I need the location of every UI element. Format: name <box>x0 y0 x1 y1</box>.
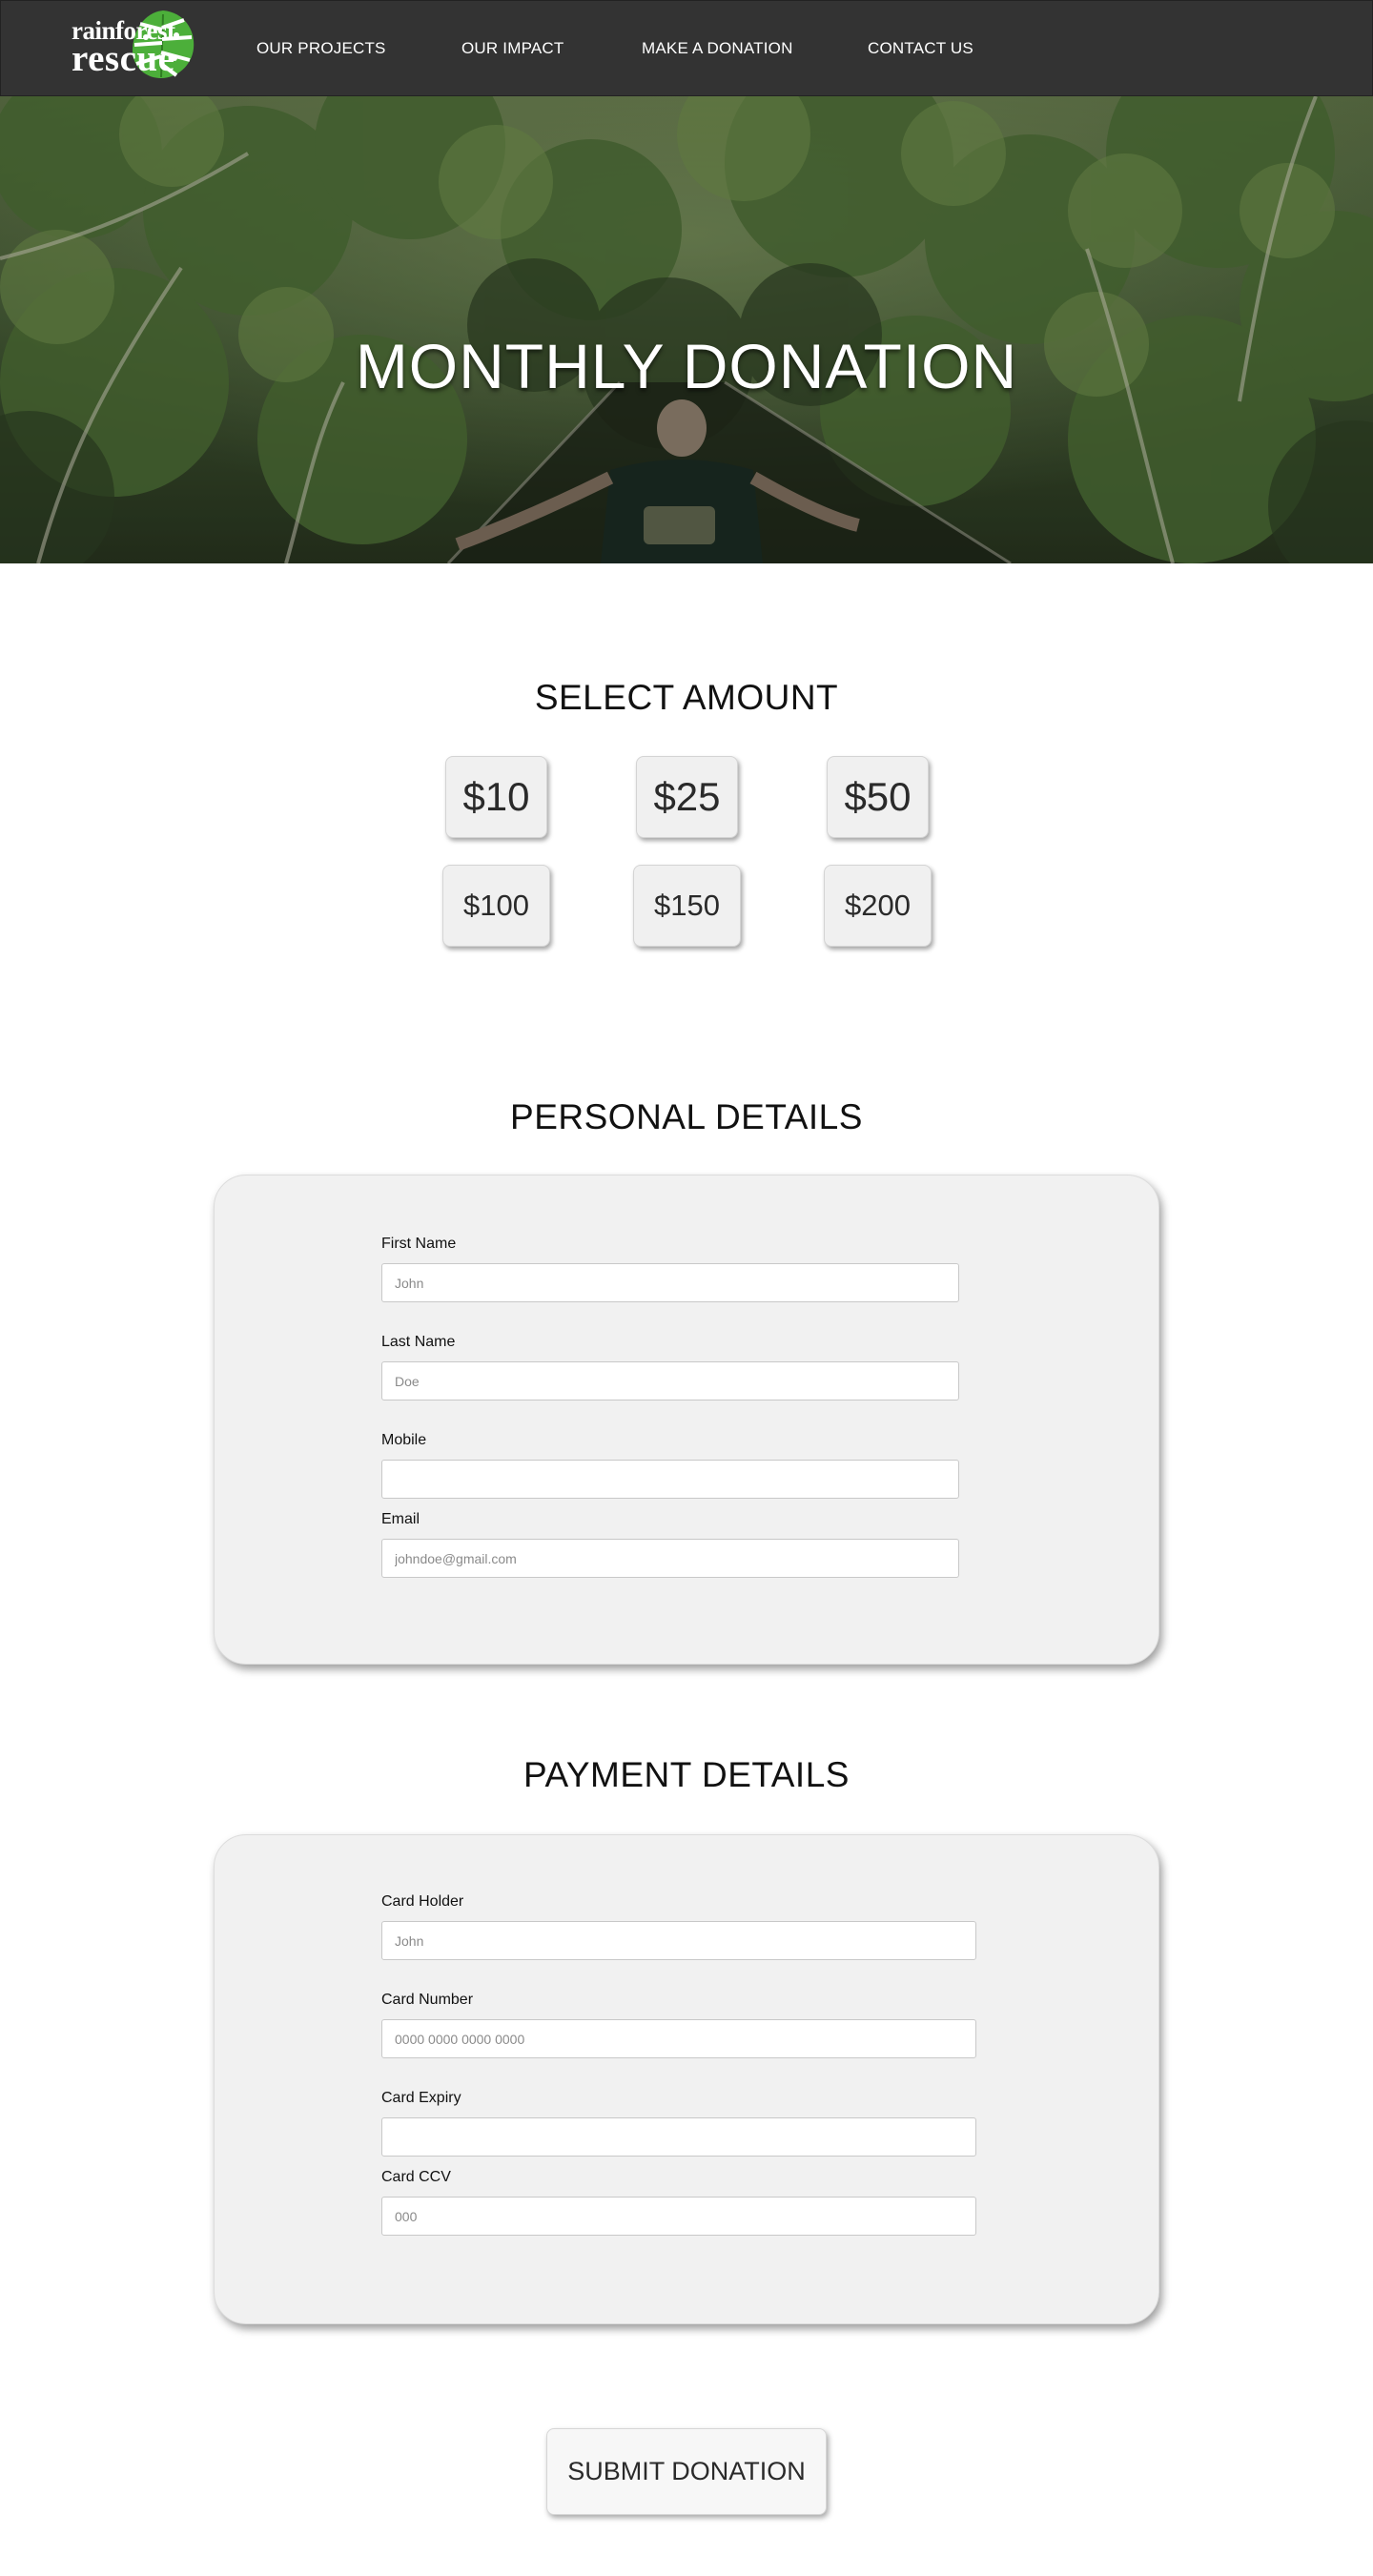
submit-donation-button[interactable]: SUBMIT DONATION <box>546 2428 827 2515</box>
logo-wordmark: rainforest rescue <box>72 18 175 79</box>
nav-link-our-impact[interactable]: OUR IMPACT <box>461 39 564 58</box>
card-holder-label: Card Holder <box>381 1893 464 1910</box>
mobile-label: Mobile <box>381 1432 427 1448</box>
card-expiry-input[interactable] <box>381 2117 976 2157</box>
select-amount-section: SELECT AMOUNT $10 $25 $50 $100 $150 $200 <box>0 563 1373 983</box>
amount-option-200[interactable]: $200 <box>824 865 932 947</box>
email-label: Email <box>381 1511 420 1527</box>
top-navigation: rainforest rescue OUR PROJECTS OUR IMPAC… <box>0 0 1373 96</box>
hero-title: MONTHLY DONATION <box>355 331 1018 401</box>
card-ccv-input[interactable] <box>381 2197 976 2236</box>
card-ccv-label: Card CCV <box>381 2169 451 2185</box>
submit-section: SUBMIT DONATION <box>0 2308 1373 2528</box>
payment-details-section: PAYMENT DETAILS Card Holder Card Number … <box>0 1641 1373 2324</box>
nav-link-contact-us[interactable]: CONTACT US <box>868 39 973 58</box>
email-input[interactable] <box>381 1539 959 1578</box>
amount-option-25[interactable]: $25 <box>636 756 738 838</box>
nav-links: OUR PROJECTS OUR IMPACT MAKE A DONATION … <box>1 1 1372 96</box>
personal-details-title: PERSONAL DETAILS <box>510 1097 863 1136</box>
amount-option-150[interactable]: $150 <box>633 865 741 947</box>
amount-option-10[interactable]: $10 <box>445 756 547 838</box>
personal-details-section: PERSONAL DETAILS First Name Last Name Mo… <box>0 983 1373 1665</box>
amount-option-100[interactable]: $100 <box>442 865 550 947</box>
card-holder-input[interactable] <box>381 1921 976 1960</box>
last-name-label: Last Name <box>381 1334 456 1350</box>
card-number-label: Card Number <box>381 1992 474 2008</box>
nav-link-our-projects[interactable]: OUR PROJECTS <box>256 39 386 58</box>
card-number-input[interactable] <box>381 2019 976 2058</box>
payment-details-form: Card Holder Card Number Card Expiry Card… <box>214 1834 1159 2324</box>
payment-details-title: PAYMENT DETAILS <box>523 1755 850 1794</box>
first-name-label: First Name <box>381 1236 457 1252</box>
personal-details-form: First Name Last Name Mobile Email <box>214 1175 1159 1665</box>
card-expiry-label: Card Expiry <box>381 2090 461 2106</box>
last-name-input[interactable] <box>381 1361 959 1400</box>
select-amount-title: SELECT AMOUNT <box>534 678 839 717</box>
nav-link-make-a-donation[interactable]: MAKE A DONATION <box>642 39 793 58</box>
first-name-input[interactable] <box>381 1263 959 1302</box>
rainforest-rescue-logo[interactable]: rainforest rescue <box>72 9 195 81</box>
mobile-input[interactable] <box>381 1460 959 1499</box>
amount-option-50[interactable]: $50 <box>827 756 929 838</box>
hero-banner: MONTHLY DONATION <box>0 96 1373 563</box>
logo-line-2: rescue <box>72 38 175 79</box>
